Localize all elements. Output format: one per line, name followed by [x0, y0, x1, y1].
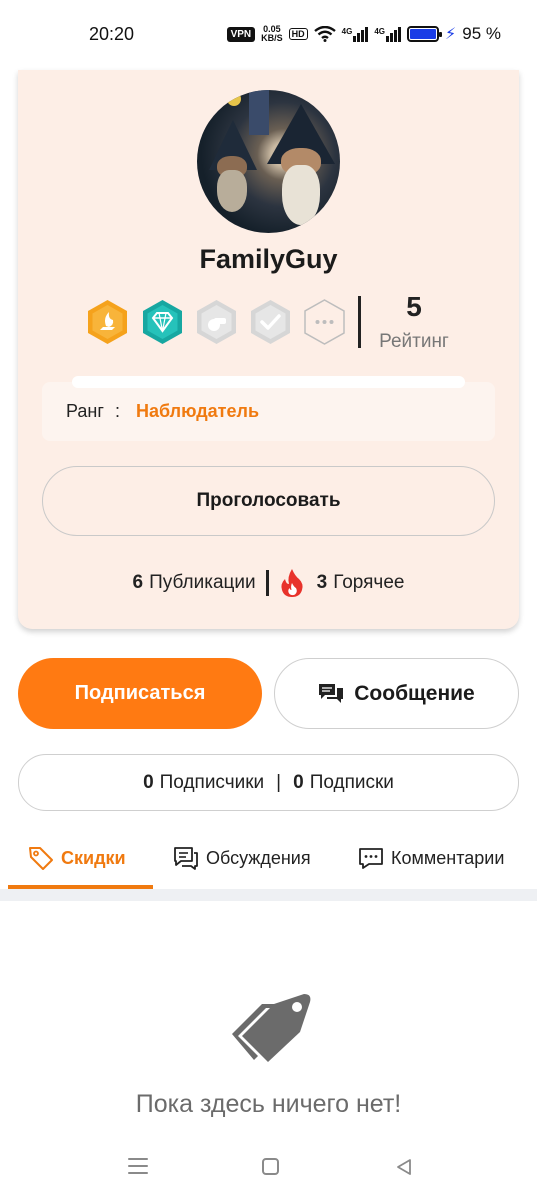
- message-button-label: Сообщение: [354, 681, 475, 705]
- tab-comments[interactable]: Комментарии: [357, 828, 504, 888]
- tab-discussions-label: Обсуждения: [206, 847, 311, 868]
- rank-colon: :: [114, 401, 120, 421]
- following-count: 0: [293, 771, 304, 793]
- more-badges-icon[interactable]: [302, 298, 347, 346]
- signal-icon-1: 4G: [341, 26, 369, 42]
- tab-discounts-label: Скидки: [61, 847, 126, 868]
- creator-badge-icon[interactable]: [85, 298, 130, 346]
- fire-icon: [281, 569, 303, 597]
- tab-discussions[interactable]: Обсуждения: [172, 828, 311, 888]
- following-label[interactable]: Подписки: [310, 772, 394, 794]
- vpn-icon: VPN: [226, 26, 256, 42]
- diamond-badge-icon[interactable]: [140, 298, 185, 346]
- vote-button[interactable]: Проголосовать: [42, 466, 495, 536]
- network-speed: 0.05 KB/S: [261, 25, 283, 43]
- publications-label[interactable]: Публикации: [149, 572, 256, 594]
- network-type-1: 4G: [341, 26, 353, 36]
- tag-icon: [29, 847, 53, 870]
- check-badge-icon[interactable]: [248, 298, 293, 346]
- rank-label: Ранг :: [66, 401, 120, 422]
- rank-label-text: Ранг: [66, 401, 104, 421]
- battery-level: 95 %: [462, 24, 501, 43]
- followers-label[interactable]: Подписчики: [160, 772, 265, 794]
- status-icons: VPN 0.05 KB/S HD 4G 4G ⚡ 95 %: [226, 24, 501, 44]
- status-time: 20:20: [89, 24, 135, 44]
- hd-icon: HD: [288, 28, 308, 40]
- back-icon[interactable]: [394, 1157, 414, 1177]
- discussion-icon: [174, 847, 198, 870]
- system-nav-bar: [0, 1140, 537, 1200]
- avatar[interactable]: [197, 90, 340, 233]
- tab-comments-label: Комментарии: [391, 847, 505, 868]
- tab-discounts[interactable]: Скидки: [27, 828, 126, 888]
- hot-count: 3: [316, 572, 328, 593]
- empty-state-text: Пока здесь ничего нет!: [135, 1090, 402, 1118]
- rank-progress: [72, 376, 465, 388]
- follow-stats: 0 Подписчики | 0 Подписки: [18, 754, 519, 811]
- whistle-badge-icon[interactable]: [194, 298, 239, 346]
- rating-value: 5: [406, 291, 422, 322]
- home-icon[interactable]: [262, 1158, 279, 1175]
- rating-label: Рейтинг: [379, 331, 449, 352]
- message-button[interactable]: Сообщение: [274, 658, 519, 729]
- profile-tabs: Скидки Обсуждения Комментарии: [0, 828, 537, 888]
- speed-unit: KB/S: [261, 33, 283, 43]
- followers-count: 0: [143, 771, 154, 793]
- rating-divider: [358, 296, 361, 348]
- rank-value: Наблюдатель: [136, 401, 260, 421]
- status-bar: 20:20 VPN 0.05 KB/S HD 4G 4G ⚡ 95 %: [0, 0, 537, 70]
- recent-apps-icon[interactable]: [128, 1158, 148, 1174]
- signal-icon-2: 4G: [374, 26, 402, 42]
- follow-divider: |: [276, 771, 282, 793]
- profile-stats: 6 Публикации 3 Горячее: [0, 568, 537, 598]
- tabs-divider: [0, 889, 537, 901]
- publications-count: 6: [132, 572, 144, 593]
- username: FamilyGuy: [199, 244, 338, 274]
- charging-icon: ⚡: [445, 26, 457, 43]
- price-tags-icon: [232, 994, 311, 1062]
- hot-label[interactable]: Горячее: [333, 572, 404, 594]
- stats-divider: [265, 570, 269, 596]
- subscribe-button[interactable]: Подписаться: [18, 658, 262, 729]
- wifi-icon: [313, 26, 336, 42]
- battery-icon: [407, 26, 443, 42]
- network-type-2: 4G: [374, 26, 386, 36]
- chat-icon: [319, 683, 344, 703]
- comment-icon: [359, 848, 383, 869]
